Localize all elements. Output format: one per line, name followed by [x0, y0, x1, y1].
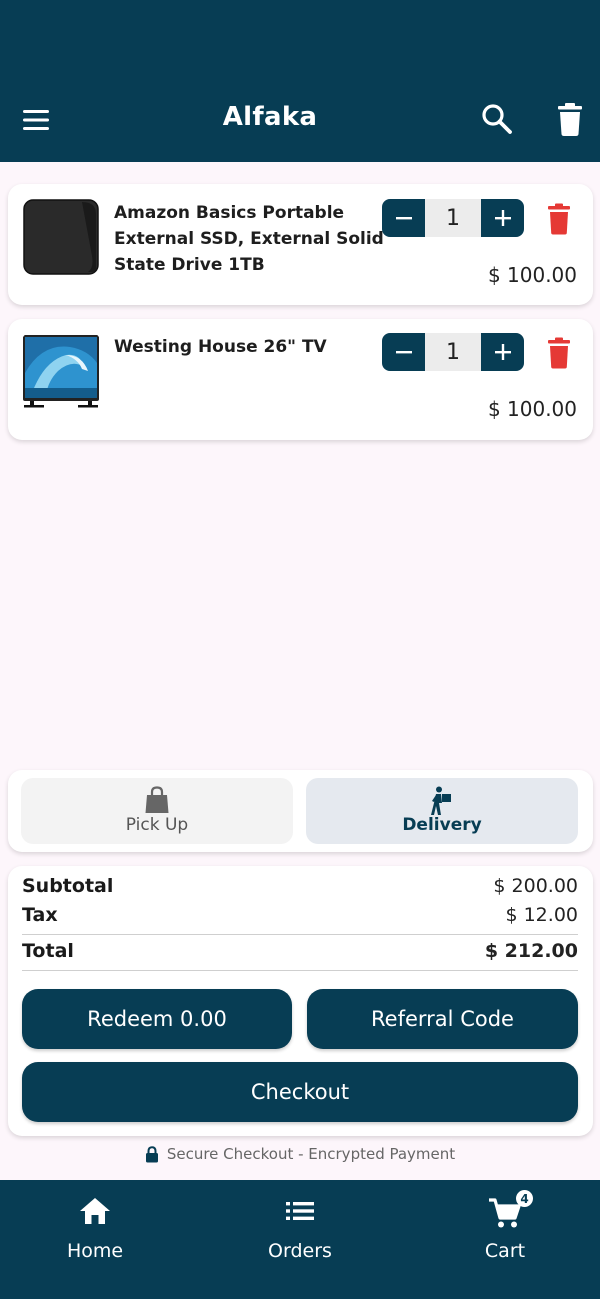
- trash-icon[interactable]: [553, 101, 587, 137]
- nav-home[interactable]: Home: [20, 1192, 170, 1262]
- quantity-stepper: 1: [382, 199, 524, 237]
- product-name[interactable]: Amazon Basics Portable External SSD, Ext…: [114, 200, 384, 278]
- divider: [22, 970, 578, 971]
- lock-icon: [145, 1145, 158, 1162]
- item-price: $ 100.00: [487, 263, 577, 287]
- item-price: $ 100.00: [487, 397, 577, 421]
- cart-item: Westing House 26" TV 1 $ 100.00: [8, 319, 593, 440]
- nav-cart[interactable]: 4 Cart: [430, 1190, 580, 1262]
- nav-orders-label: Orders: [268, 1240, 332, 1262]
- order-summary: Subtotal $ 200.00 Tax $ 12.00 Total $ 21…: [8, 866, 593, 1136]
- app-title: Alfaka: [222, 102, 318, 132]
- fulfillment-selector: Pick Up Delivery: [8, 770, 593, 852]
- app-bar: Alfaka: [0, 0, 600, 162]
- subtotal-value: $ 200.00: [493, 875, 578, 897]
- secure-checkout-text: Secure Checkout - Encrypted Payment: [166, 1145, 456, 1163]
- bottom-navigation: Home Orders 4 Cart: [0, 1180, 600, 1299]
- total-row: Total $ 212.00: [22, 940, 578, 968]
- search-icon[interactable]: [480, 102, 514, 136]
- nav-orders[interactable]: Orders: [225, 1192, 375, 1262]
- tax-row: Tax $ 12.00: [22, 904, 578, 932]
- plus-icon: [494, 344, 511, 360]
- minus-icon: [395, 217, 412, 220]
- quantity-value: 1: [425, 333, 481, 371]
- increase-button[interactable]: [481, 333, 524, 371]
- divider: [22, 934, 578, 935]
- minus-icon: [395, 351, 412, 354]
- delivery-person-icon: [431, 786, 451, 815]
- secure-checkout-note: Secure Checkout - Encrypted Payment: [0, 1143, 600, 1165]
- total-value: $ 212.00: [484, 940, 578, 962]
- cart-badge: 4: [516, 1190, 533, 1207]
- delivery-label: Delivery: [402, 815, 482, 835]
- product-image: [22, 333, 100, 411]
- home-icon: [80, 1198, 110, 1224]
- product-name[interactable]: Westing House 26" TV: [114, 334, 384, 360]
- delivery-option[interactable]: Delivery: [306, 778, 578, 844]
- total-label: Total: [22, 940, 74, 962]
- product-image: [22, 198, 100, 276]
- checkout-button[interactable]: Checkout: [22, 1062, 578, 1122]
- increase-button[interactable]: [481, 199, 524, 237]
- quantity-value: 1: [425, 199, 481, 237]
- delete-item-icon[interactable]: [546, 337, 572, 369]
- nav-home-label: Home: [66, 1240, 124, 1262]
- subtotal-label: Subtotal: [22, 875, 114, 897]
- quantity-stepper: 1: [382, 333, 524, 371]
- delete-item-icon[interactable]: [546, 203, 572, 235]
- redeem-button[interactable]: Redeem 0.00: [22, 989, 292, 1049]
- referral-code-button[interactable]: Referral Code: [307, 989, 578, 1049]
- pickup-option[interactable]: Pick Up: [21, 778, 293, 844]
- decrease-button[interactable]: [382, 199, 425, 237]
- pickup-label: Pick Up: [125, 815, 189, 835]
- nav-cart-label: Cart: [484, 1240, 526, 1262]
- shopping-bag-icon: [145, 786, 169, 813]
- plus-icon: [494, 210, 511, 226]
- tax-value: $ 12.00: [505, 904, 578, 926]
- decrease-button[interactable]: [382, 333, 425, 371]
- tax-label: Tax: [22, 904, 58, 926]
- subtotal-row: Subtotal $ 200.00: [22, 875, 578, 903]
- list-icon: [286, 1202, 314, 1220]
- cart-item: Amazon Basics Portable External SSD, Ext…: [8, 184, 593, 305]
